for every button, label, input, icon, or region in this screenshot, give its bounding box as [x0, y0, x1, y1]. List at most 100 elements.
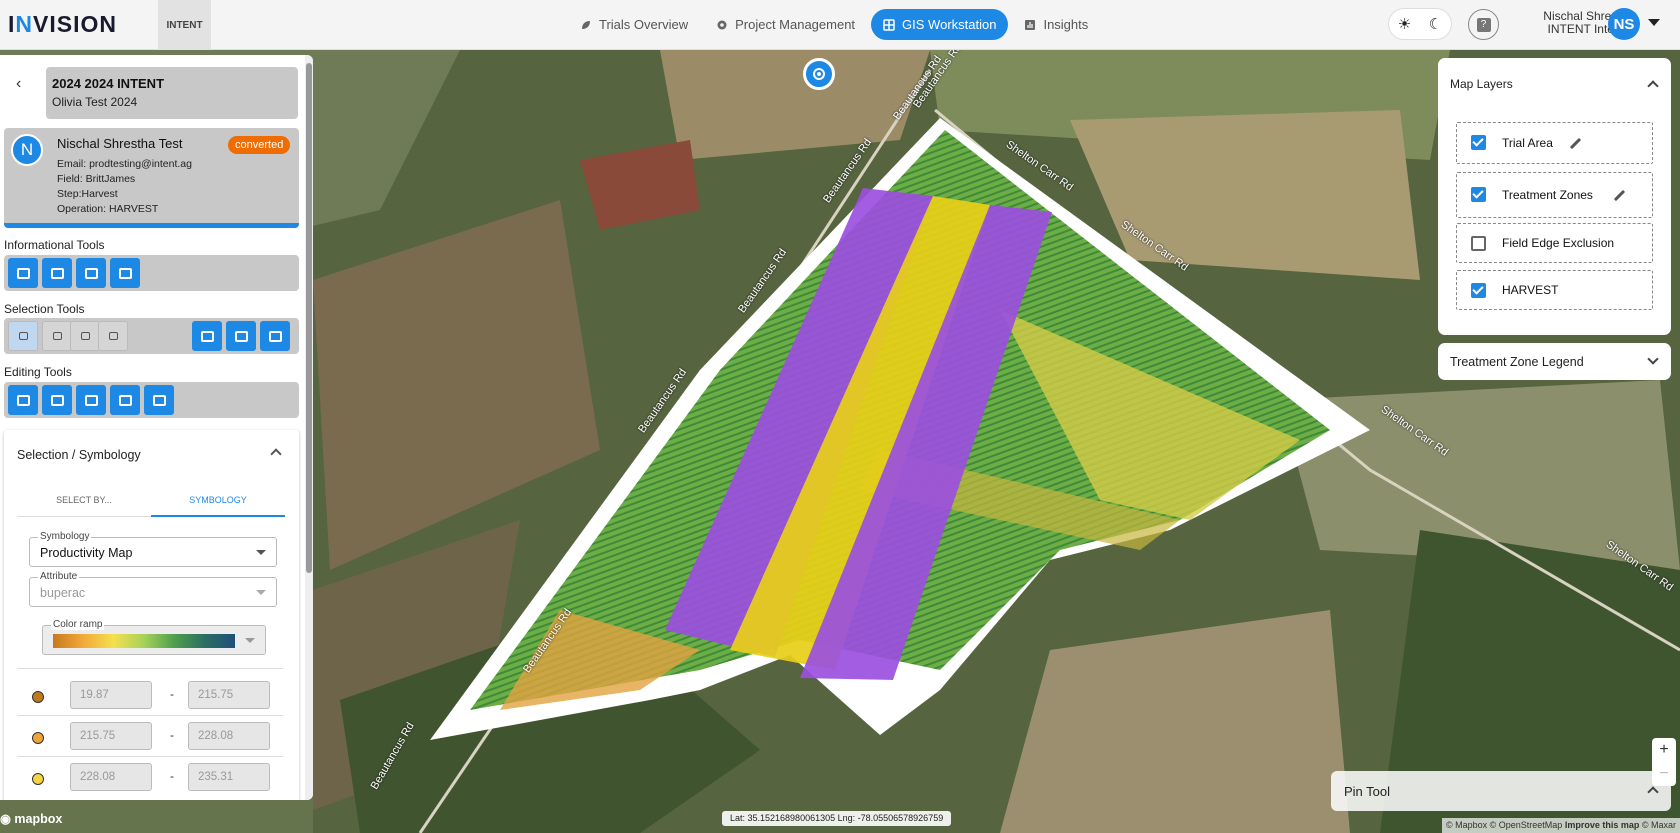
- range-dash: -: [170, 769, 174, 783]
- polygon-select-button[interactable]: [98, 321, 128, 351]
- layer-checkbox[interactable]: [1471, 236, 1486, 251]
- field-label: Symbology: [38, 531, 92, 542]
- status-badge: converted: [228, 136, 291, 154]
- layer-name: Field Edge Exclusion: [1502, 236, 1615, 250]
- symbology-card-title: Selection / Symbology: [17, 448, 141, 462]
- locate-button[interactable]: [803, 58, 835, 90]
- range-dash: -: [170, 687, 174, 701]
- help-button[interactable]: ?: [1468, 9, 1499, 40]
- help-icon: ?: [1476, 17, 1491, 32]
- back-chevron-icon[interactable]: ‹: [16, 75, 21, 93]
- user-menu-chevron-icon[interactable]: [1648, 19, 1660, 26]
- moon-icon[interactable]: ☾: [1429, 15, 1442, 33]
- range-min-input[interactable]: 228.08: [70, 763, 152, 791]
- color-ramp-select[interactable]: Color ramp: [42, 619, 266, 655]
- copy-icon: [50, 394, 64, 406]
- tab-trials-overview[interactable]: Trials Overview: [568, 9, 700, 40]
- symbology-tabs: SELECT BY... SYMBOLOGY: [17, 485, 285, 517]
- attribute-select[interactable]: Attribute buperac: [29, 571, 277, 607]
- layer-field-edge-exclusion: Field Edge Exclusion: [1456, 223, 1653, 263]
- range-row: 228.08 - 235.31: [17, 759, 283, 799]
- layer-checkbox[interactable]: [1471, 283, 1486, 298]
- range-max-input[interactable]: 235.31: [188, 763, 270, 791]
- scrollbar-thumb[interactable]: [306, 63, 312, 573]
- layer-name: Trial Area: [1502, 136, 1553, 150]
- gear-icon: [717, 20, 727, 29]
- layer-checkbox[interactable]: [1471, 187, 1486, 202]
- range-dash: -: [170, 728, 174, 742]
- divider: [17, 756, 283, 757]
- collapse-chevron-icon[interactable]: [1647, 80, 1659, 92]
- improve-map-link[interactable]: Improve this map: [1565, 820, 1640, 830]
- field-label: Attribute: [38, 571, 80, 582]
- user-card-operation: Operation: HARVEST: [57, 203, 159, 215]
- pencil-icon[interactable]: [1613, 189, 1626, 202]
- treatment-zone-legend[interactable]: Treatment Zone Legend: [1438, 343, 1671, 380]
- range-min-input[interactable]: 215.75: [70, 722, 152, 750]
- rotate-button[interactable]: [76, 385, 106, 415]
- invert-button[interactable]: [226, 321, 256, 351]
- symbology-select[interactable]: Symbology Productivity Map: [29, 531, 277, 567]
- search-icon: [52, 332, 62, 340]
- mapbox-logo[interactable]: ◉ mapbox: [0, 811, 62, 826]
- zoom-in-button[interactable]: +: [1652, 738, 1676, 762]
- range-color-swatch[interactable]: [32, 732, 44, 744]
- range-min-input[interactable]: 19.87: [70, 681, 152, 709]
- list-icon: [268, 330, 282, 342]
- pin-tool-panel[interactable]: Pin Tool: [1331, 771, 1671, 811]
- pencil-icon[interactable]: [1569, 137, 1582, 150]
- map-attribution: © Mapbox © OpenStreetMap Improve this ma…: [1441, 818, 1680, 833]
- anchor-icon: [118, 394, 132, 406]
- informational-tools-heading: Informational Tools: [4, 238, 105, 252]
- editing-tools-heading: Editing Tools: [4, 365, 72, 379]
- coordinate-readout: Lat: 35.152168980061305 Lng: -78.0550657…: [722, 811, 952, 826]
- maxar-attribution[interactable]: © Maxar: [1642, 820, 1676, 830]
- expand-chevron-icon[interactable]: [1647, 786, 1659, 798]
- calendar-button[interactable]: [8, 258, 38, 288]
- user-card-field: Field: BrittJames: [57, 173, 136, 185]
- trial-header: 2024 2024 INTENT Olivia Test 2024: [46, 67, 298, 119]
- range-color-swatch[interactable]: [32, 773, 44, 785]
- avatar[interactable]: NS: [1608, 8, 1640, 40]
- tab-gis-workstation[interactable]: GIS Workstation: [871, 9, 1009, 40]
- range-max-input[interactable]: 228.08: [188, 722, 270, 750]
- sun-icon[interactable]: ☀: [1398, 15, 1411, 33]
- pointer-button[interactable]: [8, 321, 38, 351]
- anchor-button[interactable]: [110, 385, 140, 415]
- delete-button[interactable]: [8, 385, 38, 415]
- calculator-button[interactable]: [110, 258, 140, 288]
- tab-project-management[interactable]: Project Management: [704, 9, 867, 40]
- divider: [17, 668, 283, 669]
- scrollbar[interactable]: [305, 55, 313, 800]
- expand-chevron-icon[interactable]: [1647, 353, 1659, 365]
- copy-button[interactable]: [42, 385, 72, 415]
- dropdown-arrow-icon: [256, 590, 266, 595]
- collapse-chevron-icon[interactable]: [270, 448, 282, 460]
- zoom-out-button[interactable]: −: [1652, 762, 1676, 786]
- rectangle-select-button[interactable]: [70, 321, 100, 351]
- reset-button[interactable]: [144, 385, 174, 415]
- search-button[interactable]: [42, 321, 72, 351]
- theme-toggle[interactable]: ☀ ☾: [1388, 8, 1452, 40]
- selection-tools-heading: Selection Tools: [4, 302, 85, 316]
- range-max-input[interactable]: 215.75: [188, 681, 270, 709]
- tab-symbology[interactable]: SYMBOLOGY: [151, 495, 285, 517]
- selection-toolbar: [4, 318, 299, 354]
- tab-insights[interactable]: Insights: [1012, 9, 1100, 40]
- org-logo: INTENT: [158, 0, 211, 50]
- layer-checkbox[interactable]: [1471, 135, 1486, 150]
- range-row: 215.75 - 228.08: [17, 718, 283, 758]
- divider: [17, 715, 283, 716]
- ruler-button[interactable]: [76, 258, 106, 288]
- list-button[interactable]: [260, 321, 290, 351]
- zoom-selection-button[interactable]: [192, 321, 222, 351]
- range-color-swatch[interactable]: [32, 691, 44, 703]
- range-row: 19.87 - 215.75: [17, 677, 283, 717]
- tab-label: Insights: [1043, 17, 1089, 32]
- refresh-icon: [152, 394, 166, 406]
- tab-select-by[interactable]: SELECT BY...: [17, 495, 151, 505]
- table-button[interactable]: [42, 258, 72, 288]
- attribution-text[interactable]: © Mapbox © OpenStreetMap: [1446, 820, 1562, 830]
- invision-logo[interactable]: INVISION: [8, 11, 117, 38]
- tab-label: Project Management: [735, 17, 856, 32]
